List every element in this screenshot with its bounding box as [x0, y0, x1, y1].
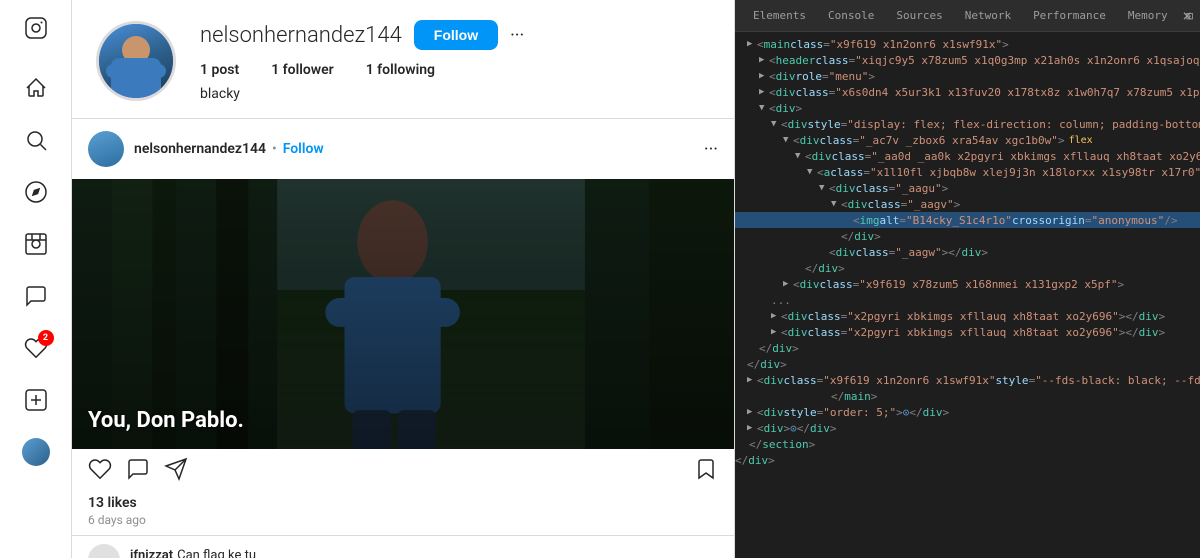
- share-button[interactable]: [164, 457, 188, 487]
- tree-line[interactable]: ...: [735, 292, 1200, 308]
- post-avatar: [88, 131, 124, 167]
- devtools-panel: × Elements Console Sources Network Perfo…: [735, 0, 1200, 558]
- sidebar-explore-icon[interactable]: [12, 168, 60, 216]
- tree-line[interactable]: <div class="_aagu">: [735, 180, 1200, 196]
- post-follow-link[interactable]: Follow: [283, 141, 324, 157]
- profile-avatar: [96, 21, 176, 101]
- sidebar-profile-icon[interactable]: [12, 428, 60, 476]
- sidebar: 2: [0, 0, 72, 558]
- post-container: nelsonhernandez144 • Follow ···: [72, 119, 734, 558]
- devtools-toolbar: Elements Console Sources Network Perform…: [735, 0, 1200, 32]
- post-header: nelsonhernandez144 • Follow ···: [72, 119, 734, 179]
- followers-stat: 1 follower: [271, 62, 334, 78]
- tree-line[interactable]: <div class="_ac7v _zbox6 xra54av xgc1b0w…: [735, 132, 1200, 148]
- tree-line[interactable]: <div class="x2pgyri xbkimgs xfllauq xh8t…: [735, 324, 1200, 340]
- devtools-tab-elements[interactable]: Elements: [743, 5, 816, 26]
- tree-line[interactable]: <div class="_aagv">: [735, 196, 1200, 212]
- tree-line[interactable]: <div class="_aa0d _aa0k x2pgyri xbkimgs …: [735, 148, 1200, 164]
- tree-line[interactable]: <div role="menu" >: [735, 68, 1200, 84]
- post-actions: [72, 449, 734, 495]
- tree-line[interactable]: <div class="x9f619 x1n2onr6 x1swf91x" st…: [735, 372, 1200, 388]
- tree-line[interactable]: </div>: [735, 228, 1200, 244]
- devtools-tab-sources[interactable]: Sources: [886, 5, 952, 26]
- tree-line[interactable]: <main class="x9f619 x1n2onr6 x1swf91x" >: [735, 36, 1200, 52]
- posts-stat: 1 post: [200, 62, 239, 78]
- sidebar-create-icon[interactable]: [12, 376, 60, 424]
- sidebar-reels-icon[interactable]: [12, 220, 60, 268]
- tree-line[interactable]: <div class="x9f619 x78zum5 x168nmei x131…: [735, 276, 1200, 292]
- post-image: You, Don Pablo.: [72, 179, 734, 449]
- profile-info: nelsonhernandez144 Follow ··· 1 post 1 f…: [200, 20, 710, 102]
- devtools-tab-performance[interactable]: Performance: [1023, 5, 1116, 26]
- tree-line[interactable]: <div > ⊙ </div>: [735, 420, 1200, 436]
- tree-line[interactable]: </div>: [735, 340, 1200, 356]
- profile-bio: blacky: [200, 86, 710, 102]
- commenter-username[interactable]: ifnizzat: [130, 548, 173, 558]
- comment-section: ifnizzat Can flag ke tu 18h 1 like Reply…: [72, 535, 734, 558]
- devtools-tab-console[interactable]: Console: [818, 5, 884, 26]
- sidebar-messages-icon[interactable]: [12, 272, 60, 320]
- tree-line[interactable]: </div>: [735, 356, 1200, 372]
- instagram-logo[interactable]: [24, 16, 48, 44]
- tree-line[interactable]: </main>: [735, 388, 1200, 404]
- post-likes: 13 likes: [72, 495, 734, 511]
- tree-line[interactable]: <div class="_aagw"></div>: [735, 244, 1200, 260]
- devtools-tab-network[interactable]: Network: [955, 5, 1021, 26]
- post-username[interactable]: nelsonhernandez144: [134, 141, 266, 157]
- tree-line[interactable]: </div>: [735, 452, 1200, 468]
- tree-line[interactable]: <div style="order: 5;"> ⊙ </div>: [735, 404, 1200, 420]
- sidebar-search-icon[interactable]: [12, 116, 60, 164]
- sidebar-notifications-icon[interactable]: 2: [12, 324, 60, 372]
- tree-line[interactable]: <div >: [735, 100, 1200, 116]
- tree-line[interactable]: <div class="x2pgyri xbkimgs xfllauq xh8t…: [735, 308, 1200, 324]
- profile-header: nelsonhernandez144 Follow ··· 1 post 1 f…: [72, 0, 734, 119]
- devtools-close-button[interactable]: ×: [1182, 6, 1192, 25]
- devtools-tab-memory[interactable]: Memory: [1118, 5, 1178, 26]
- tree-line[interactable]: </section>: [735, 436, 1200, 452]
- following-stat: 1 following: [366, 62, 435, 78]
- profile-username: nelsonhernandez144: [200, 23, 402, 48]
- commenter-avatar: [88, 544, 120, 558]
- instagram-panel: 2: [0, 0, 735, 558]
- comment-text: Can flag ke tu: [177, 548, 256, 558]
- comment-content: ifnizzat Can flag ke tu 18h 1 like Reply…: [130, 544, 718, 558]
- notifications-badge: 2: [38, 330, 54, 346]
- follow-button[interactable]: Follow: [414, 20, 498, 50]
- tree-line[interactable]: <div style="display: flex; flex-directio…: [735, 116, 1200, 132]
- profile-username-row: nelsonhernandez144 Follow ···: [200, 20, 710, 50]
- post-more-options[interactable]: ···: [704, 139, 718, 160]
- tree-line-highlighted[interactable]: <img alt="B14cky_S1c4r1o" crossorigin="a…: [735, 212, 1200, 228]
- profile-stats: 1 post 1 follower 1 following: [200, 62, 710, 78]
- tree-line[interactable]: <header class="xiqjc9y5 x78zum5 x1q0g3mp…: [735, 52, 1200, 68]
- tree-line[interactable]: </div>: [735, 260, 1200, 276]
- like-button[interactable]: [88, 457, 112, 487]
- post-caption-overlay: You, Don Pablo.: [88, 408, 244, 433]
- comment-button[interactable]: [126, 457, 150, 487]
- devtools-content[interactable]: <main class="x9f619 x1n2onr6 x1swf91x" >…: [735, 32, 1200, 558]
- bookmark-button[interactable]: [694, 457, 718, 487]
- sidebar-home-icon[interactable]: [12, 64, 60, 112]
- more-options-button[interactable]: ···: [510, 25, 524, 46]
- tree-line[interactable]: <a class="x1l10fl xjbqb8w xlej9j3n x18lo…: [735, 164, 1200, 180]
- tree-line[interactable]: <div class="x6s0dn4 x5ur3k1 x13fuv20 x17…: [735, 84, 1200, 100]
- post-time: 6 days ago: [72, 513, 734, 527]
- post-header-info: nelsonhernandez144 • Follow: [134, 141, 694, 157]
- comment-item: ifnizzat Can flag ke tu 18h 1 like Reply…: [88, 536, 718, 558]
- main-content: nelsonhernandez144 Follow ··· 1 post 1 f…: [72, 0, 734, 558]
